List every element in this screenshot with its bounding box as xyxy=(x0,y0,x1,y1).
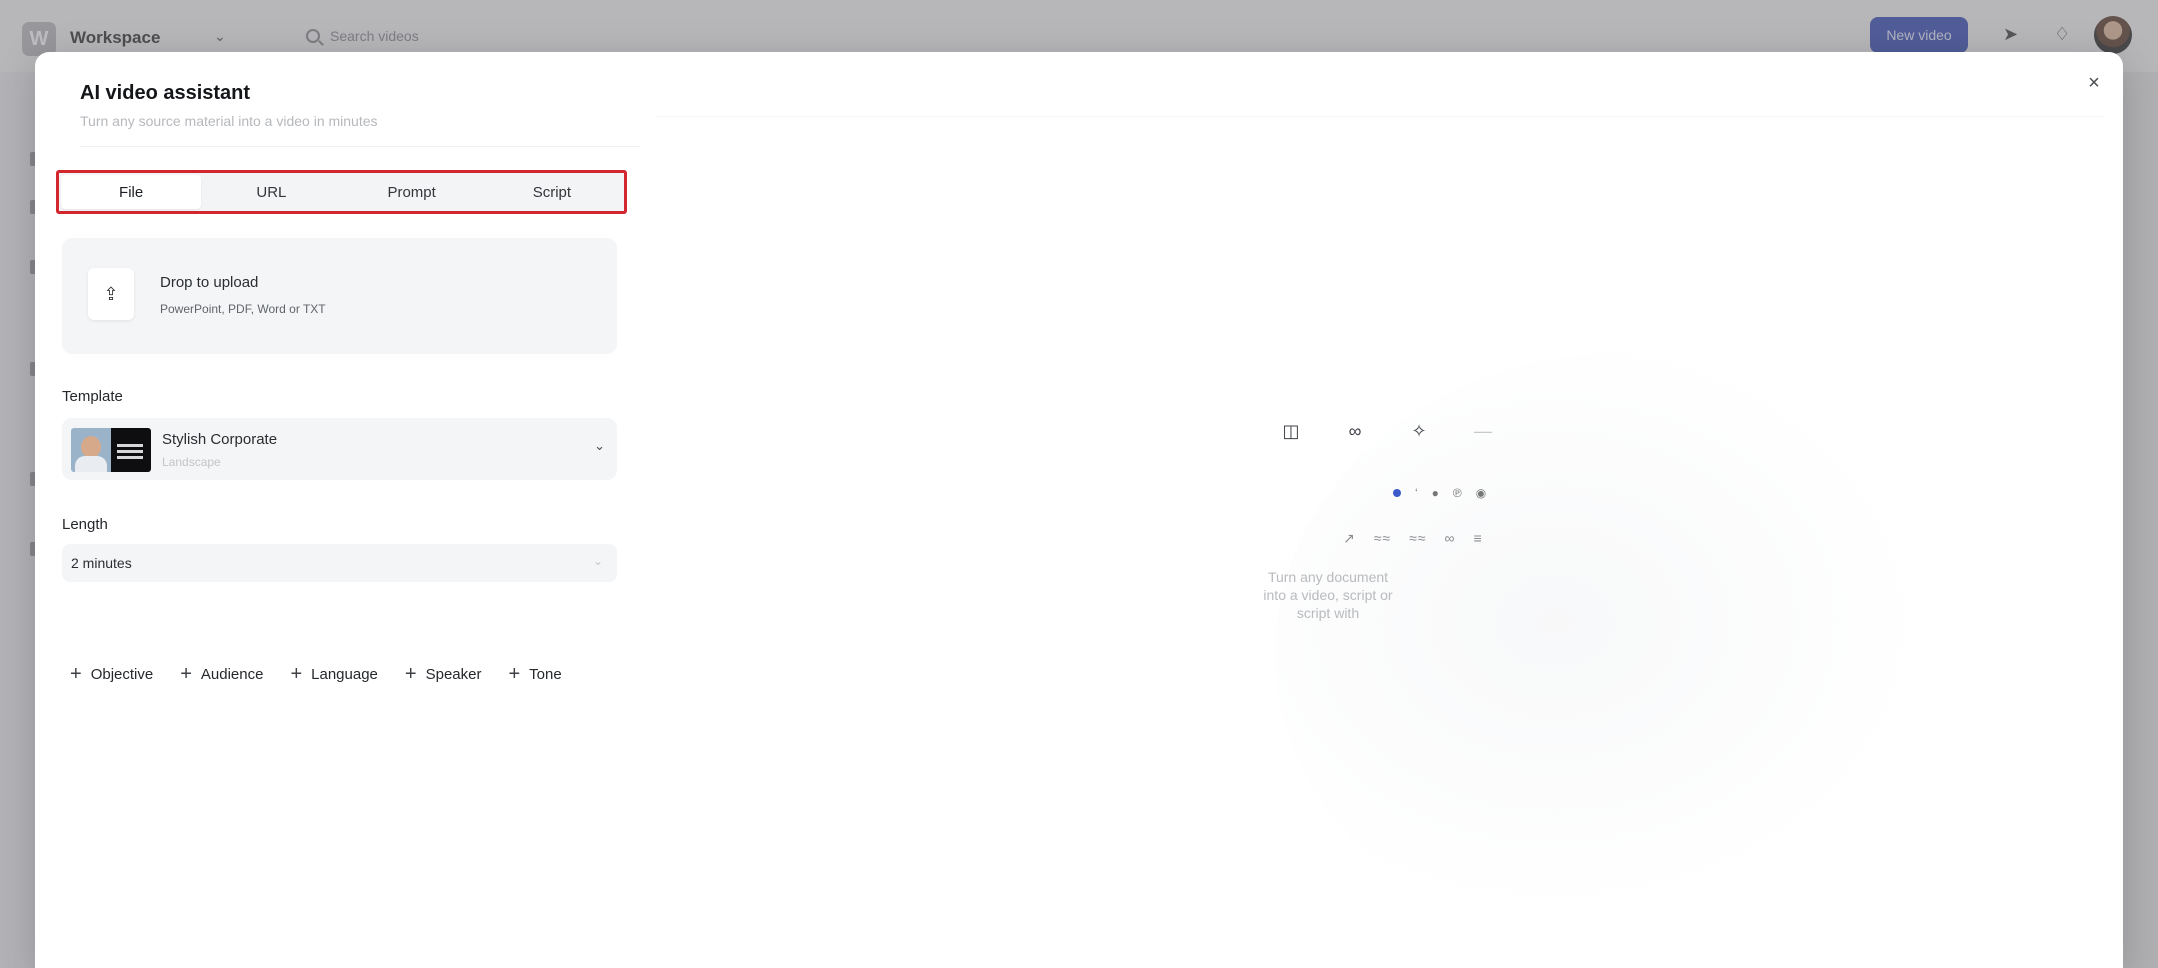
chip-label: Language xyxy=(311,665,378,683)
plus-icon: + xyxy=(508,663,521,685)
length-select[interactable]: 2 minutes ⌄ xyxy=(62,544,617,582)
tab-prompt[interactable]: Prompt xyxy=(342,175,482,209)
script-icon: — xyxy=(1474,420,1492,441)
mark-icon: ≈≈ xyxy=(1409,530,1427,546)
mark-icon: ‘ xyxy=(1415,486,1418,500)
template-orientation: Landscape xyxy=(162,455,221,469)
chip-label: Audience xyxy=(200,665,264,683)
plus-icon: + xyxy=(70,663,82,685)
divider xyxy=(80,146,640,147)
divider xyxy=(655,116,2105,117)
tab-url[interactable]: URL xyxy=(201,175,341,209)
chevron-down-icon: ⌄ xyxy=(594,438,605,453)
plus-icon: + xyxy=(290,663,303,685)
tab-file[interactable]: File xyxy=(61,175,202,209)
preview-indicators: ‘ ● ℗ ◉ xyxy=(1393,486,1486,500)
preview-caption: Turn any document into a video, script o… xyxy=(1263,569,1393,621)
length-label: Length xyxy=(62,516,108,533)
close-button[interactable]: × xyxy=(2081,70,2107,96)
upload-icon: ⇪ xyxy=(88,268,134,320)
link-icon: ∞ xyxy=(1348,420,1362,441)
option-chips: + Objective + Audience + Language + Spea… xyxy=(70,664,589,684)
add-audience-button[interactable]: + Audience xyxy=(180,664,263,684)
mark-icon: ≈≈ xyxy=(1373,530,1392,546)
mark-icon: ● xyxy=(1431,486,1439,500)
chevron-down-icon: ⌄ xyxy=(592,554,603,568)
close-icon: × xyxy=(2088,71,2100,94)
upload-dropzone[interactable]: ⇪ Drop to upload PowerPoint, PDF, Word o… xyxy=(62,238,617,354)
modal-subtitle: Turn any source material into a video in… xyxy=(80,113,378,129)
sparkle-icon: ✧ xyxy=(1411,420,1427,441)
add-tone-button[interactable]: + Tone xyxy=(508,664,561,684)
template-name: Stylish Corporate xyxy=(162,431,278,448)
chip-label: Tone xyxy=(529,665,562,683)
file-icon: ◫ xyxy=(1282,420,1300,441)
source-tabs: File URL Prompt Script xyxy=(56,170,627,214)
ai-video-assistant-modal: AI video assistant Turn any source mater… xyxy=(35,52,2123,968)
template-thumbnail xyxy=(71,428,151,472)
mark-icon: ↗ xyxy=(1343,530,1356,546)
tab-script[interactable]: Script xyxy=(482,175,622,209)
add-language-button[interactable]: + Language xyxy=(290,664,377,684)
preview-icons: ◫ ∞ ✧ — xyxy=(1278,418,1496,444)
mark-icon: ≡ xyxy=(1473,530,1483,546)
template-label: Template xyxy=(62,388,123,405)
add-objective-button[interactable]: + Objective xyxy=(70,664,153,684)
chip-label: Speaker xyxy=(425,665,482,683)
upload-hint: PowerPoint, PDF, Word or TXT xyxy=(160,302,326,316)
add-speaker-button[interactable]: + Speaker xyxy=(405,664,482,684)
plus-icon: + xyxy=(404,663,417,685)
length-value: 2 minutes xyxy=(71,555,132,571)
template-select[interactable]: Stylish Corporate Landscape ⌄ xyxy=(62,418,617,480)
modal-title: AI video assistant xyxy=(80,82,251,104)
preview-scribbles: ↗ ≈≈ ≈≈ ∞ ≡ xyxy=(1343,530,1483,547)
chip-label: Objective xyxy=(90,665,154,683)
plus-icon: + xyxy=(180,663,192,685)
mark-icon: ∞ xyxy=(1444,530,1456,546)
mark-icon: ℗ xyxy=(1452,486,1462,500)
dot-indicator xyxy=(1393,489,1401,497)
upload-title: Drop to upload xyxy=(160,274,259,291)
mark-icon: ◉ xyxy=(1475,486,1487,500)
